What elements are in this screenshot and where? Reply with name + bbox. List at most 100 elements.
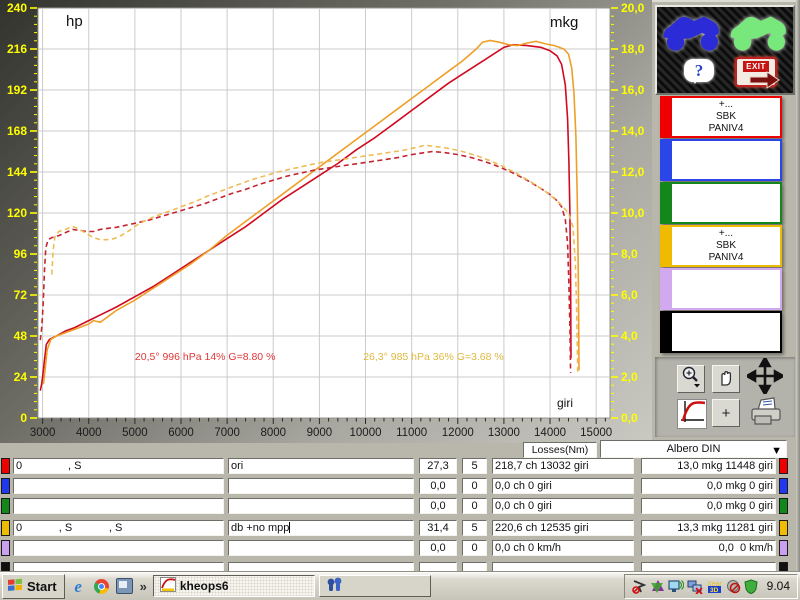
curve-slot-4[interactable]: +... SBK PANIV4 bbox=[660, 225, 782, 267]
tray-xear3d-icon[interactable]: Xear 3D bbox=[706, 579, 723, 594]
print-button[interactable] bbox=[745, 397, 787, 431]
run-name-field[interactable] bbox=[228, 498, 414, 514]
quicklaunch-chevron[interactable]: » bbox=[138, 579, 149, 594]
svg-text:0: 0 bbox=[20, 411, 27, 425]
peak-power-value: 0,0 ch 0 giri bbox=[492, 498, 634, 514]
dyno-chart-panel: 3000400050006000700080009000100001100012… bbox=[0, 0, 652, 443]
svg-text:24: 24 bbox=[14, 370, 28, 384]
internet-explorer-icon[interactable]: e bbox=[69, 577, 88, 596]
svg-text:4000: 4000 bbox=[76, 427, 102, 439]
row-color-indicator bbox=[1, 498, 10, 514]
start-button[interactable]: Start bbox=[2, 574, 65, 599]
tray-network-disconnected-icon[interactable] bbox=[687, 579, 703, 594]
tray-graphics-utility-icon[interactable] bbox=[650, 579, 665, 594]
add-button[interactable]: + bbox=[712, 399, 740, 427]
printer-icon bbox=[748, 396, 784, 433]
svg-text:144: 144 bbox=[7, 165, 27, 179]
curve-chart-icon bbox=[679, 399, 705, 430]
run-name-field[interactable] bbox=[228, 540, 414, 556]
curve-slot-5[interactable] bbox=[660, 268, 782, 310]
run-conditions-field[interactable]: 0 , S bbox=[13, 458, 224, 474]
task-kheops6[interactable]: kheops6 bbox=[153, 575, 315, 597]
run-name-field[interactable] bbox=[228, 478, 414, 494]
svg-text:3000: 3000 bbox=[30, 427, 56, 439]
tray-monitor-signal-icon[interactable] bbox=[668, 579, 684, 594]
peak-power-value: 0,0 ch 0 giri bbox=[492, 478, 634, 494]
dyno-chart[interactable]: 3000400050006000700080009000100001100012… bbox=[0, 0, 652, 443]
plus-icon: + bbox=[722, 406, 731, 421]
row-color-indicator bbox=[779, 540, 788, 556]
svg-text:26,3° 985 hPa 36% G=3.6: 26,3° 985 hPa 36% G=3.68 % bbox=[363, 351, 504, 363]
chrome-icon[interactable] bbox=[92, 577, 111, 596]
run-name-field[interactable]: db +no mpp bbox=[228, 520, 414, 536]
svg-text:9000: 9000 bbox=[307, 427, 333, 439]
curve-slot-3[interactable] bbox=[660, 182, 782, 224]
move-arrows-button[interactable] bbox=[745, 359, 785, 397]
peak-power-value: 0,0 ch 0 km/h bbox=[492, 540, 634, 556]
run-conditions-field[interactable] bbox=[13, 540, 224, 556]
slot-color-bar bbox=[660, 311, 670, 353]
svg-text:8,0: 8,0 bbox=[621, 247, 638, 261]
run-conditions-field[interactable] bbox=[13, 478, 224, 494]
curve-slot-6[interactable] bbox=[660, 311, 782, 353]
pan-button[interactable] bbox=[712, 365, 740, 393]
svg-text:giri: giri bbox=[557, 396, 573, 410]
svg-text:10,0: 10,0 bbox=[621, 206, 645, 220]
run-row-3: 0,0 0 0,0 ch 0 giri 0,0 mkg 0 giri bbox=[0, 498, 792, 514]
peak-torque-value: 13,3 mkg 11281 giri bbox=[641, 520, 776, 536]
svg-text:15000: 15000 bbox=[580, 427, 612, 439]
svg-text:168: 168 bbox=[7, 124, 27, 138]
svg-text:72: 72 bbox=[14, 288, 28, 302]
curve-slot-2[interactable] bbox=[660, 139, 782, 181]
exit-button[interactable]: EXIT bbox=[735, 57, 783, 93]
svg-text:0,0: 0,0 bbox=[621, 411, 638, 425]
help-button[interactable]: ? bbox=[681, 57, 719, 91]
zoom-button[interactable] bbox=[677, 365, 705, 393]
game-pieces-icon bbox=[326, 577, 343, 596]
kheops-dyno-app: 3000400050006000700080009000100001100012… bbox=[0, 0, 800, 600]
svg-text:4,0: 4,0 bbox=[621, 329, 638, 343]
hand-icon bbox=[716, 366, 736, 392]
slot-line: SBK bbox=[716, 111, 736, 123]
svg-text:18,0: 18,0 bbox=[621, 42, 645, 56]
tray-globe-blocked-icon[interactable] bbox=[726, 579, 741, 594]
svg-text:14000: 14000 bbox=[534, 427, 566, 439]
tray-sync-blocked-icon[interactable] bbox=[632, 579, 647, 594]
exit-arrow-icon bbox=[749, 71, 781, 94]
show-desktop-icon[interactable] bbox=[115, 577, 134, 596]
window-right-edge bbox=[796, 0, 800, 571]
text-cursor bbox=[289, 522, 290, 533]
run-conditions-field[interactable]: 0 , S , S bbox=[13, 520, 224, 536]
curve-slot-1[interactable]: +... SBK PANIV4 bbox=[660, 96, 782, 138]
run-row-5: 0,0 0 0,0 ch 0 km/h 0,0 0 km/h bbox=[0, 540, 792, 556]
slot-line: +... bbox=[719, 228, 733, 240]
row-color-indicator bbox=[1, 540, 10, 556]
task-secondary[interactable] bbox=[319, 575, 431, 597]
blue-motorcycle-button[interactable] bbox=[661, 11, 723, 53]
row-color-indicator bbox=[779, 520, 788, 536]
run-conditions-field[interactable] bbox=[13, 498, 224, 514]
tray-shield-icon[interactable] bbox=[744, 579, 758, 594]
question-mark-icon: ? bbox=[684, 59, 714, 82]
peak-power-value: 218,7 ch 13032 giri bbox=[492, 458, 634, 474]
peak-torque-value: 0,0 mkg 0 giri bbox=[641, 498, 776, 514]
losses-label: Losses(Nm) bbox=[523, 442, 597, 458]
slot-color-bar bbox=[660, 268, 670, 310]
row-color-indicator bbox=[1, 458, 10, 474]
shaft-selector[interactable]: Albero DIN ▼ bbox=[600, 440, 787, 458]
chart-toolbar: + bbox=[655, 357, 795, 437]
svg-text:12,0: 12,0 bbox=[621, 165, 645, 179]
slot-color-bar bbox=[660, 225, 670, 267]
svg-text:240: 240 bbox=[7, 1, 27, 15]
run-name-field[interactable]: ori bbox=[228, 458, 414, 474]
correction-value: 0,0 bbox=[419, 478, 457, 494]
svg-text:96: 96 bbox=[14, 247, 28, 261]
svg-text:7000: 7000 bbox=[214, 427, 240, 439]
svg-text:20,0: 20,0 bbox=[621, 1, 645, 15]
peak-torque-value: 0,0 mkg 0 giri bbox=[641, 478, 776, 494]
correction-value: 0,0 bbox=[419, 540, 457, 556]
correction-value: 31,4 bbox=[419, 520, 457, 536]
curve-display-button[interactable] bbox=[677, 399, 707, 429]
peak-power-value: 220,6 ch 12535 giri bbox=[492, 520, 634, 536]
green-motorcycle-button[interactable] bbox=[728, 11, 790, 53]
